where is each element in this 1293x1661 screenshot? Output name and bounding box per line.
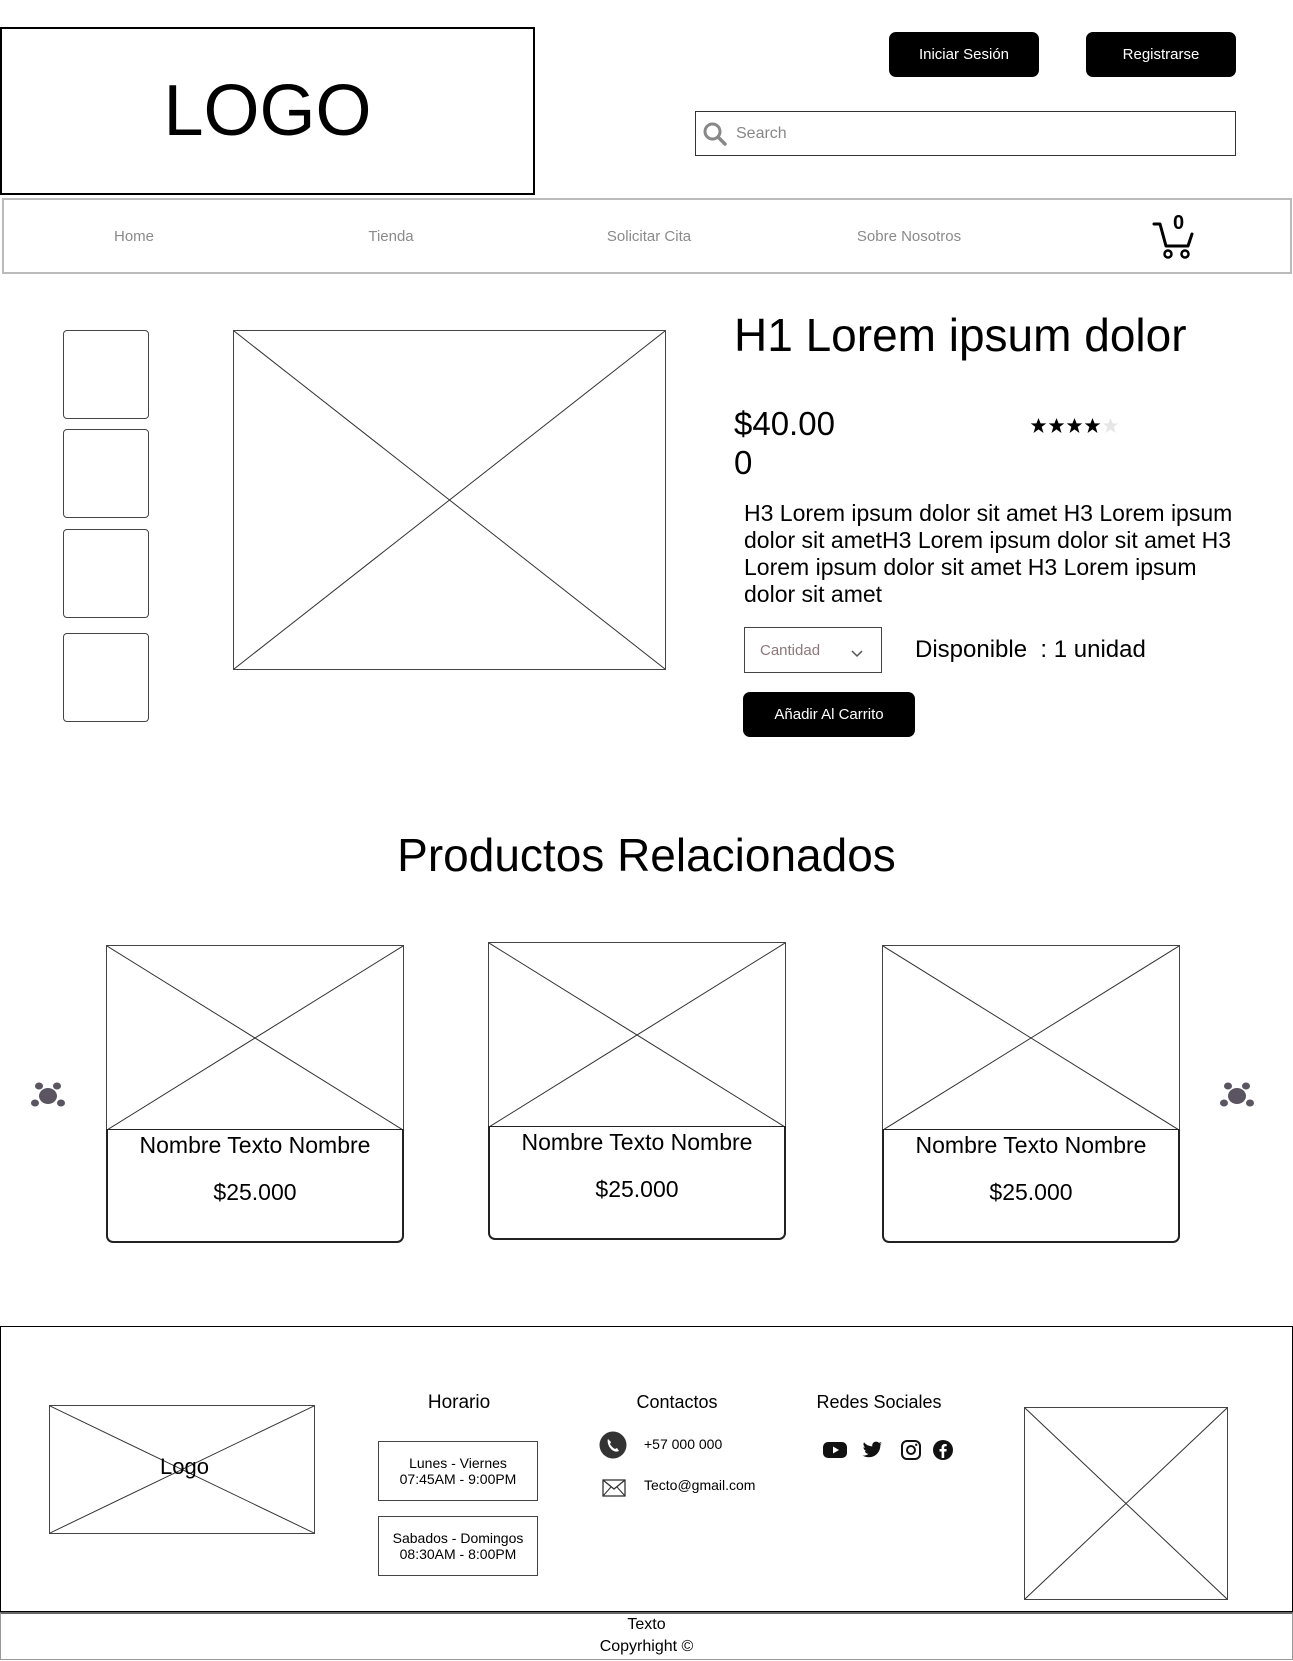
paw-icon: [1220, 1082, 1254, 1107]
star-filled-icon: [1084, 418, 1101, 433]
social-title: Redes Sociales: [816, 1392, 942, 1412]
availability-text: Disponible : 1 unidad: [915, 636, 1146, 663]
star-filled-icon: [1030, 418, 1047, 433]
footer-image: [1024, 1407, 1228, 1600]
cart-count: 0: [1173, 212, 1185, 234]
email-address[interactable]: Tecto@gmail.com: [644, 1477, 755, 1493]
related-product-info: Nombre Texto Nombre $25.000: [106, 1129, 404, 1243]
hours-time: 08:30AM - 8:00PM: [399, 1546, 517, 1562]
search-input[interactable]: [734, 123, 1235, 144]
hours-days: Sabados - Domingos: [392, 1530, 524, 1546]
rating-stars: [1030, 417, 1119, 434]
gallery-thumbnail[interactable]: [63, 633, 149, 722]
youtube-icon[interactable]: [823, 1438, 847, 1462]
nav-item-solicitar-cita[interactable]: Solicitar Cita: [569, 200, 729, 272]
related-product-info: Nombre Texto Nombre $25.000: [882, 1129, 1180, 1243]
main-nav: Home Tienda Solicitar Cita Sobre Nosotro…: [2, 198, 1292, 274]
gallery-thumbnail[interactable]: [63, 529, 149, 618]
hours-weekends: Sabados - Domingos 08:30AM - 8:00PM: [378, 1516, 538, 1576]
related-product-info: Nombre Texto Nombre $25.000: [488, 1126, 786, 1240]
logo[interactable]: LOGO: [0, 27, 535, 195]
gallery-thumbnail[interactable]: [63, 330, 149, 419]
hours-days: Lunes - Viernes: [409, 1455, 507, 1471]
chevron-down-icon: [851, 645, 863, 662]
related-product-image: [488, 942, 786, 1127]
hours-weekdays: Lunes - Viernes 07:45AM - 9:00PM: [378, 1441, 538, 1501]
nav-item-home[interactable]: Home: [69, 200, 199, 272]
product-price: $40.000: [734, 405, 835, 481]
related-product-image: [882, 945, 1180, 1130]
related-product-price: $25.000: [595, 1176, 679, 1202]
phone-number[interactable]: +57 000 000: [644, 1436, 722, 1452]
cart-button[interactable]: 0: [1152, 212, 1196, 260]
related-product-card[interactable]: Nombre Texto Nombre $25.000: [882, 945, 1180, 1243]
star-filled-icon: [1066, 418, 1083, 433]
facebook-icon[interactable]: [931, 1438, 955, 1462]
related-product-price: $25.000: [213, 1179, 297, 1205]
product-main-image: [233, 330, 666, 670]
star-filled-icon: [1048, 418, 1065, 433]
register-button[interactable]: Registrarse: [1086, 32, 1236, 77]
paw-icon: [31, 1082, 65, 1107]
copyright-notice: Copyrhight ©: [599, 1638, 694, 1655]
phone-icon: [599, 1431, 627, 1459]
related-product-image: [106, 945, 404, 1130]
related-product-card[interactable]: Nombre Texto Nombre $25.000: [488, 942, 786, 1240]
nav-item-tienda[interactable]: Tienda: [326, 200, 456, 272]
hours-title: Horario: [427, 1392, 491, 1413]
quantity-select[interactable]: Cantidad: [744, 627, 882, 673]
search-bar[interactable]: [695, 111, 1236, 156]
login-button[interactable]: Iniciar Sesión: [889, 32, 1039, 77]
quantity-placeholder: Cantidad: [760, 641, 821, 659]
related-product-name: Nombre Texto Nombre: [915, 1132, 1147, 1158]
related-products-title: Productos Relacionados: [397, 829, 896, 881]
product-title: H1 Lorem ipsum dolor: [734, 309, 1187, 361]
nav-item-sobre-nosotros[interactable]: Sobre Nosotros: [824, 200, 994, 272]
email-icon: [602, 1479, 626, 1497]
product-description: H3 Lorem ipsum dolor sit amet H3 Lorem i…: [744, 500, 1233, 607]
star-empty-icon: [1102, 418, 1119, 433]
footer: Logo Horario Lunes - Viernes 07:45AM - 9…: [0, 1326, 1293, 1612]
related-product-price: $25.000: [989, 1179, 1073, 1205]
footer-logo-text: Logo: [160, 1454, 209, 1479]
instagram-icon[interactable]: [899, 1438, 923, 1462]
twitter-icon[interactable]: [860, 1438, 884, 1462]
copyright-text: Texto: [627, 1616, 666, 1633]
hours-time: 07:45AM - 9:00PM: [399, 1471, 517, 1487]
related-product-name: Nombre Texto Nombre: [521, 1129, 753, 1155]
carousel-next-button[interactable]: [1219, 1078, 1255, 1110]
contacts-title: Contactos: [636, 1392, 718, 1412]
carousel-prev-button[interactable]: [30, 1078, 66, 1110]
footer-logo[interactable]: Logo: [49, 1405, 315, 1534]
search-icon: [702, 121, 728, 147]
copyright-bar: Texto Copyrhight ©: [0, 1612, 1293, 1660]
add-to-cart-button[interactable]: Añadir Al Carrito: [743, 692, 915, 737]
related-product-name: Nombre Texto Nombre: [139, 1132, 371, 1158]
gallery-thumbnail[interactable]: [63, 429, 149, 518]
related-product-card[interactable]: Nombre Texto Nombre $25.000: [106, 945, 404, 1243]
